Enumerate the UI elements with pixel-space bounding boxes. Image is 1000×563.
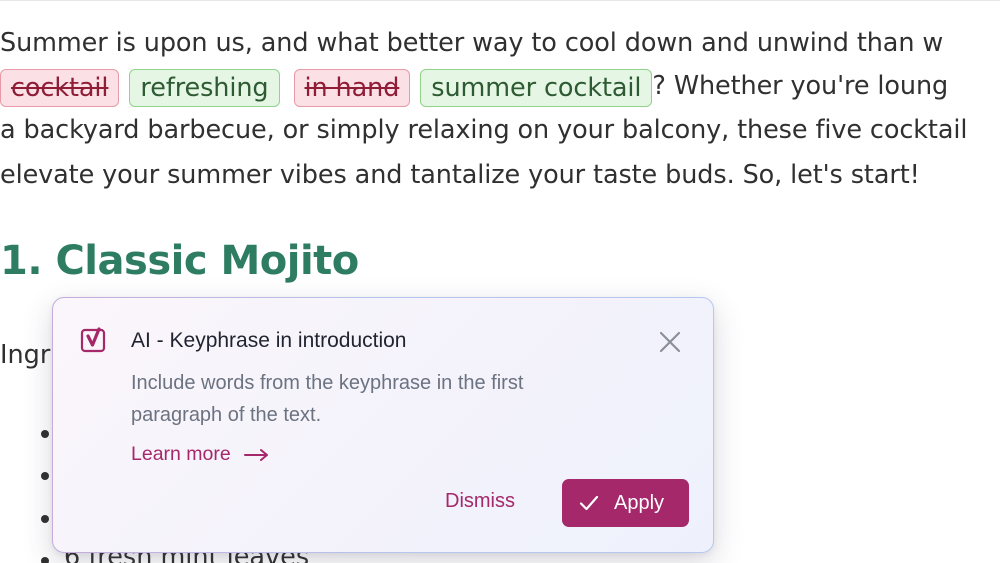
- paragraph-line-1: Summer is upon us, and what better way t…: [0, 28, 944, 58]
- learn-more-label: Learn more: [131, 443, 231, 465]
- suggestion-added-text: summer cocktail: [420, 69, 653, 107]
- suggestion-added-text: refreshing: [129, 69, 280, 107]
- popup-description: Include words from the keyphrase in the …: [131, 372, 524, 426]
- suggestion-removed-text: in hand: [293, 69, 411, 107]
- section-heading: 1. Classic Mojito: [0, 238, 359, 284]
- dismiss-button[interactable]: Dismiss: [445, 490, 515, 513]
- list-bullet: [41, 557, 49, 563]
- ingredients-label: Ingr: [0, 340, 51, 370]
- yoast-icon: [80, 327, 106, 353]
- popup-title: AI - Keyphrase in introduction: [131, 329, 407, 352]
- list-bullet: [41, 472, 49, 480]
- paragraph-line-4: elevate your summer vibes and tantalize …: [0, 160, 920, 190]
- close-icon[interactable]: [655, 327, 685, 357]
- suggestion-removed-text: cocktail: [0, 69, 120, 107]
- apply-button[interactable]: Apply: [562, 479, 689, 527]
- paragraph-line-2: cocktail refreshing in hand summer cocktail…: [0, 69, 949, 107]
- learn-more-link[interactable]: Learn more: [131, 443, 270, 466]
- paragraph-line-3: a backyard barbecue, or simply relaxing …: [0, 115, 968, 145]
- checkmark-icon: [579, 495, 599, 511]
- ai-suggestion-popup: AI - Keyphrase in introduction Include w…: [52, 297, 714, 553]
- list-bullet: [41, 515, 49, 523]
- paragraph-text: ? Whether you're loung: [652, 71, 949, 101]
- list-bullet: [41, 430, 49, 438]
- apply-label: Apply: [614, 492, 665, 514]
- arrow-right-icon: [244, 448, 269, 461]
